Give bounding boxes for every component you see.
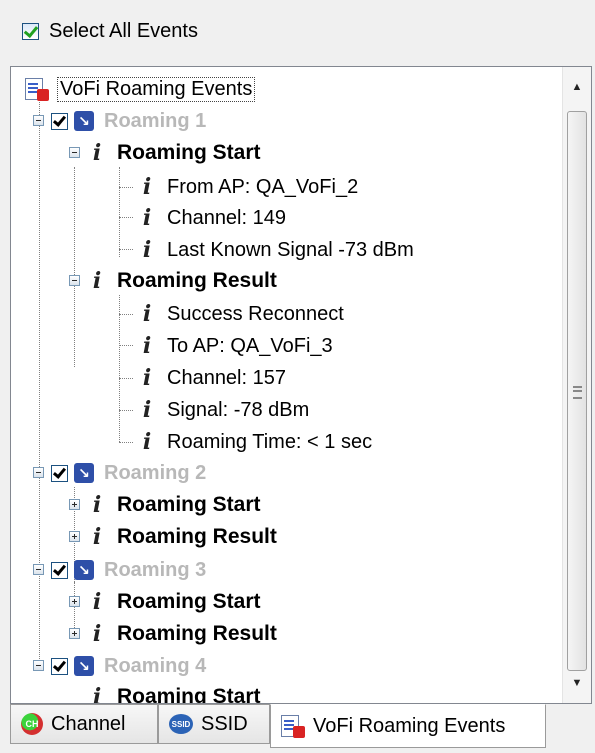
- grip-icon: [573, 386, 582, 399]
- expand-roaming-2-result[interactable]: [69, 531, 80, 542]
- tree-leaf[interactable]: i Channel: 157: [137, 362, 286, 394]
- collapse-roaming-2[interactable]: [33, 467, 44, 478]
- roaming-2-start-node[interactable]: i Roaming Start: [87, 489, 261, 521]
- roaming-2-result-label: Roaming Result: [117, 525, 277, 548]
- roaming-3-result-label: Roaming Result: [117, 622, 277, 645]
- scroll-up-icon[interactable]: ▲: [563, 72, 591, 102]
- roaming-1-checkbox[interactable]: [51, 112, 68, 130]
- roaming-4-start-node[interactable]: i Roaming Start: [87, 681, 261, 704]
- tree-root-label: VoFi Roaming Events: [57, 76, 256, 102]
- leaf-label: Roaming Time: < 1 sec: [167, 430, 373, 453]
- info-icon: i: [92, 684, 102, 704]
- leaf-label: From AP: QA_VoFi_2: [167, 175, 359, 198]
- info-icon: i: [92, 268, 102, 294]
- tab-ssid[interactable]: SSID SSID: [158, 704, 270, 744]
- info-icon: i: [142, 397, 152, 423]
- roaming-4-start-label: Roaming Start: [117, 685, 261, 704]
- info-icon: i: [142, 365, 152, 391]
- select-all-checkbox[interactable]: [22, 22, 39, 40]
- collapse-roaming-1[interactable]: [33, 115, 44, 126]
- tab-channel[interactable]: CH Channel: [10, 704, 158, 744]
- roaming-4-label: Roaming 4: [104, 654, 207, 677]
- tree-leaf[interactable]: i Roaming Time: < 1 sec: [137, 426, 372, 458]
- roaming-1-label: Roaming 1: [104, 109, 207, 132]
- events-tree: VoFi Roaming Events ↘ Roaming 1 i Roamin…: [11, 67, 563, 703]
- roaming-3-result-node[interactable]: i Roaming Result: [87, 618, 277, 650]
- roaming-3-start-node[interactable]: i Roaming Start: [87, 586, 261, 618]
- scroll-thumb[interactable]: [567, 111, 587, 671]
- info-icon: i: [92, 621, 102, 647]
- scroll-down-icon[interactable]: ▼: [563, 668, 591, 698]
- roaming-icon: ↘: [74, 111, 94, 131]
- expand-roaming-3-result[interactable]: [69, 628, 80, 639]
- channel-icon: CH: [21, 713, 43, 735]
- leaf-label: Last Known Signal -73 dBm: [167, 238, 414, 261]
- select-all-label: Select All Events: [49, 19, 198, 42]
- bottom-tab-strip: CH Channel SSID SSID VoFi Roaming Events: [10, 704, 592, 748]
- tab-channel-label: Channel: [51, 712, 126, 735]
- info-icon: i: [92, 524, 102, 550]
- info-icon: i: [142, 429, 152, 455]
- roaming-2-result-node[interactable]: i Roaming Result: [87, 521, 277, 553]
- roaming-1-start-node[interactable]: i Roaming Start: [87, 137, 261, 169]
- roaming-4-checkbox[interactable]: [51, 657, 68, 675]
- roaming-3-checkbox[interactable]: [51, 561, 68, 579]
- info-icon: i: [142, 205, 152, 231]
- info-icon: i: [142, 237, 152, 263]
- collapse-roaming-3[interactable]: [33, 564, 44, 575]
- ssid-icon: SSID: [169, 714, 193, 734]
- roaming-icon: ↘: [74, 463, 94, 483]
- roaming-icon: ↘: [74, 560, 94, 580]
- roaming-1-result-label: Roaming Result: [117, 269, 277, 292]
- roaming-icon: ↘: [74, 656, 94, 676]
- collapse-roaming-1-start[interactable]: [69, 147, 80, 158]
- vofi-events-icon: [281, 714, 305, 738]
- roaming-1-node[interactable]: ↘ Roaming 1: [51, 105, 206, 137]
- roaming-3-label: Roaming 3: [104, 558, 207, 581]
- info-icon: i: [92, 140, 102, 166]
- tree-leaf[interactable]: i Signal: -78 dBm: [137, 394, 309, 426]
- roaming-2-node[interactable]: ↘ Roaming 2: [51, 457, 206, 489]
- expand-roaming-2-start[interactable]: [69, 499, 80, 510]
- roaming-1-start-label: Roaming Start: [117, 141, 261, 164]
- tree-root[interactable]: VoFi Roaming Events: [25, 73, 256, 105]
- tree-leaf[interactable]: i Success Reconnect: [137, 298, 344, 330]
- roaming-1-result-node[interactable]: i Roaming Result: [87, 265, 277, 297]
- select-all-row[interactable]: Select All Events: [22, 18, 198, 44]
- collapse-roaming-4[interactable]: [33, 660, 44, 671]
- roaming-3-node[interactable]: ↘ Roaming 3: [51, 554, 206, 586]
- roaming-4-node[interactable]: ↘ Roaming 4: [51, 650, 206, 682]
- roaming-2-start-label: Roaming Start: [117, 493, 261, 516]
- info-icon: i: [142, 301, 152, 327]
- roaming-3-start-label: Roaming Start: [117, 590, 261, 613]
- events-tree-panel: VoFi Roaming Events ↘ Roaming 1 i Roamin…: [10, 66, 592, 704]
- tree-leaf[interactable]: i Channel: 149: [137, 202, 286, 234]
- tree-leaf[interactable]: i To AP: QA_VoFi_3: [137, 330, 333, 362]
- vofi-events-icon: [25, 77, 49, 101]
- info-icon: i: [92, 492, 102, 518]
- leaf-label: To AP: QA_VoFi_3: [167, 334, 333, 357]
- roaming-2-checkbox[interactable]: [51, 464, 68, 482]
- leaf-label: Success Reconnect: [167, 302, 344, 325]
- info-icon: i: [142, 333, 152, 359]
- leaf-label: Channel: 157: [167, 366, 286, 389]
- expand-roaming-3-start[interactable]: [69, 596, 80, 607]
- tree-leaf[interactable]: i Last Known Signal -73 dBm: [137, 234, 414, 266]
- tab-vofi-roaming-events[interactable]: VoFi Roaming Events: [270, 704, 546, 748]
- info-icon: i: [142, 174, 152, 200]
- collapse-roaming-1-result[interactable]: [69, 275, 80, 286]
- vertical-scrollbar[interactable]: ▲ ▼: [562, 67, 591, 703]
- leaf-label: Signal: -78 dBm: [167, 398, 310, 421]
- info-icon: i: [92, 589, 102, 615]
- tab-ssid-label: SSID: [201, 712, 248, 735]
- tab-vofi-label: VoFi Roaming Events: [313, 714, 506, 737]
- roaming-2-label: Roaming 2: [104, 461, 207, 484]
- tree-leaf[interactable]: i From AP: QA_VoFi_2: [137, 171, 358, 203]
- leaf-label: Channel: 149: [167, 206, 286, 229]
